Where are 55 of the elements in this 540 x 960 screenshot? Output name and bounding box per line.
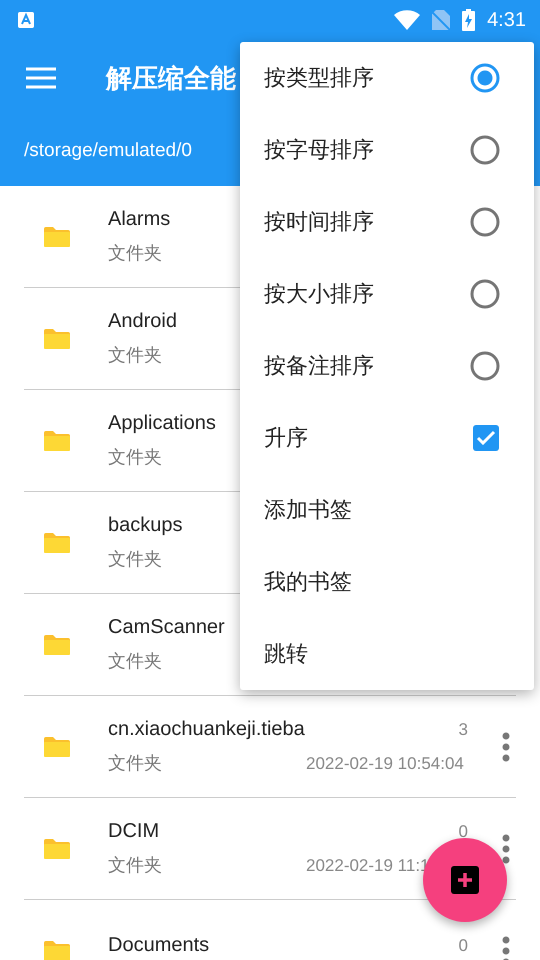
file-type: 文件夹 xyxy=(108,854,162,877)
no-sim-icon xyxy=(432,10,450,30)
folder-name: Documents xyxy=(108,934,210,957)
modified-date: 2022-02-19 10:54:04 xyxy=(306,754,464,773)
folder-icon xyxy=(44,532,70,552)
file-type: 文件夹 xyxy=(108,752,162,775)
item-count: 3 xyxy=(458,720,468,740)
folder-name: cn.xiaochuankeji.tieba xyxy=(108,718,305,741)
more-icon[interactable] xyxy=(502,834,510,864)
menu-item[interactable]: 跳转 xyxy=(240,618,534,690)
folder-name: CamScanner xyxy=(108,616,225,639)
more-icon[interactable] xyxy=(502,936,510,960)
file-type: 文件夹 xyxy=(108,344,162,367)
file-type: 文件夹 xyxy=(108,548,162,571)
folder-name: DCIM xyxy=(108,820,160,843)
menu-icon[interactable] xyxy=(26,67,56,89)
folder-name: Applications xyxy=(108,412,216,435)
current-path: /storage/emulated/0 xyxy=(24,140,192,162)
menu-item[interactable]: 按字母排序 xyxy=(240,114,534,186)
app-title: 解压缩全能 xyxy=(106,62,236,96)
radio-button[interactable] xyxy=(470,135,500,165)
radio-button[interactable] xyxy=(470,279,500,309)
folder-row[interactable]: cn.xiaochuankeji.tieba 3 文件夹 2022-02-19 10:54:04 xyxy=(24,696,516,798)
more-icon[interactable] xyxy=(502,732,510,762)
radio-button[interactable] xyxy=(470,207,500,237)
radio-button[interactable] xyxy=(470,351,500,381)
folder-icon xyxy=(44,430,70,450)
menu-item[interactable]: 按大小排序 xyxy=(240,258,534,330)
menu-item[interactable]: 按备注排序 xyxy=(240,330,534,402)
menu-item[interactable]: 按时间排序 xyxy=(240,186,534,258)
menu-item[interactable]: 升序 xyxy=(240,402,534,474)
folder-icon xyxy=(44,736,70,756)
checkbox[interactable] xyxy=(472,424,500,452)
item-count: 0 xyxy=(458,936,468,956)
plus-icon xyxy=(451,866,479,894)
file-type: 文件夹 xyxy=(108,446,162,469)
wifi-icon xyxy=(394,10,420,30)
folder-icon xyxy=(44,328,70,348)
battery-icon xyxy=(462,9,476,31)
file-type: 文件夹 xyxy=(108,242,162,265)
radio-button[interactable] xyxy=(470,63,500,93)
menu-item[interactable]: 按类型排序 xyxy=(240,42,534,114)
menu-item[interactable]: 我的书签 xyxy=(240,546,534,618)
folder-icon xyxy=(44,226,70,246)
folder-name: Alarms xyxy=(108,208,170,231)
item-count: 0 xyxy=(458,822,468,842)
folder-icon xyxy=(44,838,70,858)
folder-icon xyxy=(44,940,70,960)
status-time: 4:31 xyxy=(487,8,526,32)
folder-icon xyxy=(44,634,70,654)
folder-name: backups xyxy=(108,514,182,537)
folder-name: Android xyxy=(108,310,177,333)
file-type: 文件夹 xyxy=(108,650,162,673)
menu-item[interactable]: 添加书签 xyxy=(240,474,534,546)
app-notification-icon xyxy=(18,12,34,28)
